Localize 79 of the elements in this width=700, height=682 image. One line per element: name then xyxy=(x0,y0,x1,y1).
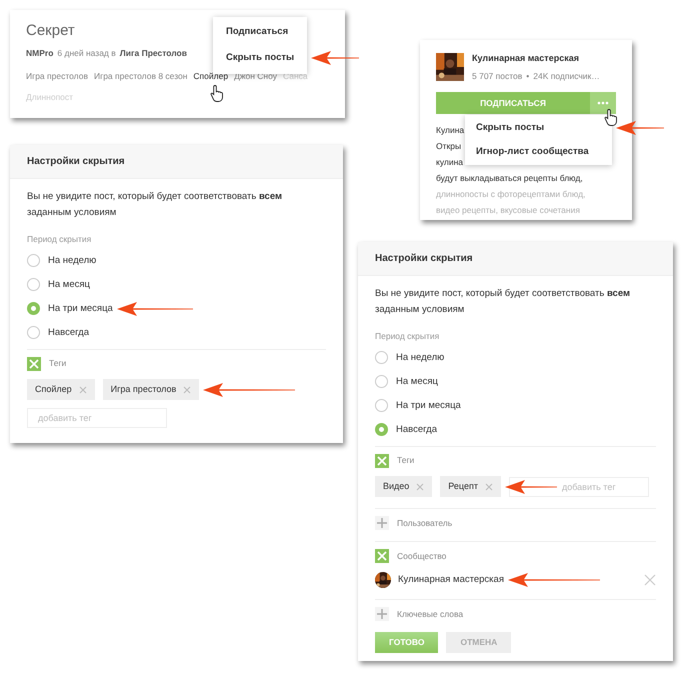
filter-label: Ключевые слова xyxy=(397,608,464,621)
post-title: Секрет xyxy=(26,22,75,40)
radio-button[interactable] xyxy=(375,351,388,364)
section-label: Период скрытия xyxy=(375,330,440,343)
tag-link[interactable]: Игра престолов 8 сезон xyxy=(94,70,188,82)
radio-label[interactable]: На три месяца xyxy=(48,302,113,316)
community-name: Кулинарная мастерская xyxy=(398,573,504,588)
close-icon xyxy=(484,482,493,490)
tag-label: Игра престолов xyxy=(110,382,176,396)
radio-label[interactable]: На неделю xyxy=(48,254,96,268)
radio-label[interactable]: На три месяца xyxy=(396,398,461,413)
tag-label: Спойлер xyxy=(35,382,72,396)
remove-button[interactable] xyxy=(644,574,656,586)
checkbox[interactable] xyxy=(375,454,389,468)
menu-item[interactable]: Игнор-лист сообщества xyxy=(465,140,612,164)
remove-button[interactable] xyxy=(183,386,192,394)
cross-icon xyxy=(27,356,41,371)
close-icon xyxy=(644,574,656,586)
tag-link[interactable]: Спойлер xyxy=(193,70,228,82)
annotation-arrow xyxy=(311,50,360,66)
author-link[interactable]: NMPro xyxy=(26,47,54,60)
cross-icon xyxy=(375,549,389,564)
checkbox[interactable] xyxy=(375,549,389,564)
radio-button[interactable] xyxy=(27,254,40,268)
intro-text: Вы не увидите пост, который будет соответствовать всем заданным условиям xyxy=(375,287,632,317)
plus-icon xyxy=(375,516,389,530)
annotation-arrow xyxy=(504,478,557,494)
radio-label[interactable]: Навсегда xyxy=(48,326,89,340)
radio-button[interactable] xyxy=(375,399,388,412)
checkbox[interactable] xyxy=(27,356,41,371)
close-icon xyxy=(78,386,87,394)
annotation-arrow xyxy=(616,120,664,136)
description-line: Откры xyxy=(436,140,462,154)
filter-label: Пользователь xyxy=(397,516,452,530)
radio-button[interactable] xyxy=(375,375,388,388)
checkbox[interactable] xyxy=(375,607,389,622)
subscriber-count: 24K подписчик… xyxy=(533,70,600,82)
post-count: 5 707 постов xyxy=(472,70,522,82)
tag-link[interactable]: Игра престолов xyxy=(26,70,88,82)
tag-label: Рецепт xyxy=(448,480,478,493)
filter-label: Теги xyxy=(49,357,66,370)
radio-label[interactable]: На месяц xyxy=(396,374,438,389)
radio-button[interactable] xyxy=(27,278,40,292)
description-line: длиннопосты с фоторецептами блюд, xyxy=(436,188,586,202)
close-icon xyxy=(416,482,424,490)
panel-header: Настройки скрытия xyxy=(10,145,343,179)
description-line: Кулина xyxy=(436,124,464,138)
tag-input[interactable]: добавить тег xyxy=(27,408,167,428)
menu-item[interactable]: Скрыть посты xyxy=(465,116,612,140)
radio-label[interactable]: На неделю xyxy=(396,350,444,365)
radio-button[interactable] xyxy=(27,302,40,316)
description-line: видео рецепты, вкусовые сочетания xyxy=(436,204,580,218)
post-time: 6 дней назад в xyxy=(57,47,116,60)
filter-label: Теги xyxy=(397,454,414,468)
description-line: кулина xyxy=(436,156,464,170)
remove-button[interactable] xyxy=(484,482,493,490)
tag-input[interactable]: добавить тег xyxy=(508,476,649,496)
menu-item[interactable]: Подписаться xyxy=(213,19,308,46)
remove-button[interactable] xyxy=(78,386,87,394)
radio-label[interactable]: Навсегда xyxy=(396,422,437,437)
close-icon xyxy=(183,386,192,394)
radio-button[interactable] xyxy=(375,423,388,436)
tag-label: Видео xyxy=(383,480,410,493)
community-name[interactable]: Кулинарная мастерская xyxy=(472,52,600,66)
intro-text: Вы не увидите пост, который будет соответствовать всем заданным условиям xyxy=(27,190,284,220)
radio-button[interactable] xyxy=(27,326,40,340)
radio-label[interactable]: На месяц xyxy=(48,278,90,292)
separator: • xyxy=(526,70,530,82)
section-label: Период скрытия xyxy=(27,233,92,246)
checkbox[interactable] xyxy=(375,516,389,530)
remove-button[interactable] xyxy=(416,482,424,490)
panel-header: Настройки скрытия xyxy=(358,242,673,276)
filter-label: Сообщество xyxy=(397,550,446,563)
plus-icon xyxy=(375,607,389,622)
cross-icon xyxy=(375,454,389,468)
hand-cursor-icon xyxy=(210,84,224,102)
description-line: будут выкладываться рецепты блюд, xyxy=(436,172,583,186)
menu-item[interactable]: Скрыть посты xyxy=(213,45,308,72)
community-link[interactable]: Лига Престолов xyxy=(120,47,187,60)
